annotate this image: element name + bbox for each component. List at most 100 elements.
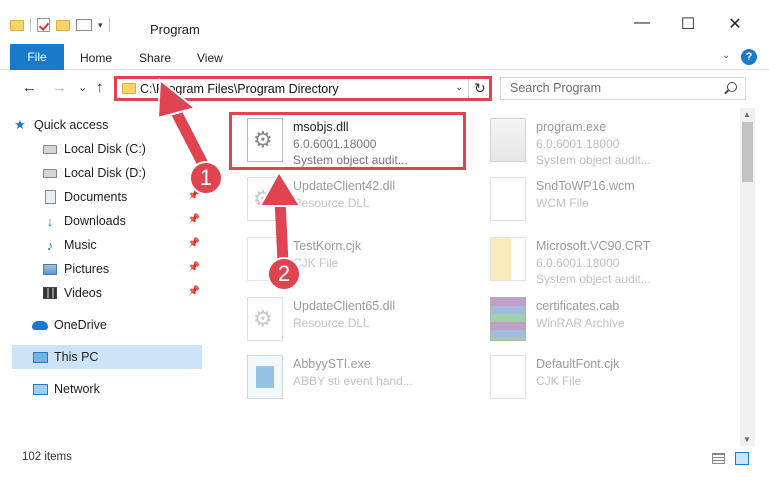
minimize-button[interactable]: —: [619, 14, 665, 32]
window-title: Program: [150, 22, 200, 37]
document-icon: [44, 190, 56, 204]
toolbar-customize-icon[interactable]: ▾: [98, 20, 103, 31]
dll-icon: [247, 118, 283, 162]
search-icon[interactable]: [727, 82, 737, 92]
expand-ribbon-icon[interactable]: ⌄: [722, 50, 730, 61]
music-icon: ♪: [46, 237, 54, 253]
scrollbar-thumb[interactable]: [742, 122, 753, 182]
quick-access-toolbar: ▾: [10, 18, 110, 32]
help-icon[interactable]: ?: [741, 49, 757, 65]
network-icon: [32, 383, 48, 395]
sidebar-item-quick-access[interactable]: ★ Quick access: [12, 113, 202, 137]
file-item-updateclient65-dll[interactable]: UpdateClient65.dll Resource DLL: [229, 291, 469, 349]
view-properties-icon[interactable]: [76, 19, 92, 31]
ribbon-tabs: File Home Share View ⌄ ?: [0, 44, 769, 70]
dll-icon: [247, 297, 283, 341]
navigation-bar: ← → ⌄ ↑ C:\Program Files\Program Directo…: [0, 71, 769, 105]
sidebar-item-music[interactable]: ♪ Music 📌: [42, 233, 202, 257]
folder-icon: [122, 83, 136, 94]
toolbar-separator: [108, 18, 110, 32]
maximize-button[interactable]: ☐: [665, 14, 711, 34]
file-name: SndToWP16.wcm: [536, 179, 635, 193]
sidebar-item-label: This PC: [54, 350, 99, 364]
file-name: msobjs.dll: [293, 120, 349, 134]
file-type: Resource DLL: [293, 316, 370, 330]
sidebar-item-this-pc[interactable]: This PC: [12, 345, 202, 369]
file-type: Resource DLL: [293, 196, 370, 210]
cloud-icon: [32, 320, 48, 330]
properties-check-icon[interactable]: [37, 18, 50, 32]
pin-icon[interactable]: 📌: [188, 286, 200, 297]
address-bar[interactable]: C:\Program Files\Program Directory ⌄ ↻: [114, 76, 492, 101]
sidebar-item-label: OneDrive: [54, 318, 107, 332]
address-dropdown-icon[interactable]: ⌄: [455, 82, 463, 93]
file-type: WinRAR Archive: [536, 316, 625, 330]
sidebar-item-network[interactable]: Network: [12, 377, 202, 401]
file-item-updateclient42-dll[interactable]: UpdateClient42.dll Resource DLL: [229, 171, 469, 229]
address-path[interactable]: C:\Program Files\Program Directory: [140, 82, 339, 96]
file-item-msobjs-dll[interactable]: msobjs.dll 6.0.6001.18000 System object …: [229, 112, 466, 170]
step-badge-2: 2: [267, 257, 301, 291]
file-item-certificates-cab[interactable]: certificates.cab WinRAR Archive: [472, 291, 712, 349]
sidebar-item-label: Pictures: [64, 262, 110, 276]
back-button[interactable]: ←: [22, 79, 37, 96]
forward-button[interactable]: →: [52, 79, 67, 96]
pin-icon[interactable]: 📌: [188, 214, 200, 225]
file-icon: [490, 177, 526, 221]
close-button[interactable]: ✕: [712, 14, 758, 34]
sidebar-item-onedrive[interactable]: OneDrive: [12, 313, 202, 337]
sidebar-item-pictures[interactable]: Pictures 📌: [42, 257, 202, 281]
file-description: System object audit...: [536, 272, 651, 286]
sidebar-item-documents[interactable]: Documents 📌: [42, 185, 202, 209]
scroll-up-icon[interactable]: ▲: [743, 110, 751, 119]
disk-icon: [43, 168, 57, 178]
pin-icon[interactable]: 📌: [188, 238, 200, 249]
search-input[interactable]: [510, 81, 720, 95]
file-item-defaultfont-cjk[interactable]: DefaultFont.cjk CJK File: [472, 349, 712, 407]
videos-icon: [43, 287, 57, 299]
tab-share[interactable]: Share: [139, 51, 171, 65]
sidebar-item-label: Music: [64, 238, 97, 252]
file-name: program.exe: [536, 120, 607, 134]
file-version: 6.0.6001.18000: [293, 137, 377, 151]
sidebar-item-downloads[interactable]: ↓ Downloads 📌: [42, 209, 202, 233]
sidebar-item-label: Quick access: [34, 118, 109, 132]
sidebar-item-local-disk-d[interactable]: Local Disk (D:): [42, 161, 202, 185]
file-version: 6.0.6001.18000: [536, 137, 620, 151]
file-name: AbbyySTI.exe: [293, 357, 371, 371]
sidebar-item-local-disk-c[interactable]: Local Disk (C:): [42, 137, 202, 161]
file-name: TestKorn.cjk: [293, 239, 362, 253]
file-item-microsoft-vc90-crt[interactable]: Microsoft.VC90.CRT 6.0.6001.18000 System…: [472, 231, 712, 289]
file-name: UpdateClient65.dll: [293, 299, 396, 313]
folder-icon[interactable]: [10, 19, 24, 31]
large-icons-view-icon[interactable]: [735, 452, 749, 465]
search-box[interactable]: [500, 77, 746, 100]
tab-view[interactable]: View: [197, 51, 223, 65]
recent-locations-button[interactable]: ⌄: [78, 81, 87, 94]
scroll-down-icon[interactable]: ▼: [743, 435, 751, 444]
sidebar-item-videos[interactable]: Videos 📌: [42, 281, 202, 305]
file-item-sndtowp16-wcm[interactable]: SndToWP16.wcm WCM File: [472, 171, 712, 229]
file-item-abbyysti-exe[interactable]: AbbyySTI.exe ABBY sti event hand...: [229, 349, 469, 407]
tab-file[interactable]: File: [10, 44, 64, 70]
vertical-scrollbar[interactable]: ▲ ▼: [740, 108, 755, 446]
address-separator: [468, 79, 469, 98]
file-description: System object audit...: [293, 153, 408, 167]
details-view-icon[interactable]: [712, 453, 725, 464]
refresh-icon[interactable]: ↻: [474, 80, 486, 97]
tab-home[interactable]: Home: [80, 51, 112, 65]
pin-icon[interactable]: 📌: [188, 262, 200, 273]
file-description: ABBY sti event hand...: [293, 374, 413, 388]
file-item-program-exe[interactable]: program.exe 6.0.6001.18000 System object…: [472, 112, 712, 170]
sidebar-item-label: Documents: [64, 190, 128, 204]
new-folder-icon[interactable]: [56, 19, 70, 31]
exe-icon: [247, 355, 283, 399]
pictures-icon: [43, 263, 57, 275]
star-icon: ★: [14, 117, 26, 132]
file-description: System object audit...: [536, 153, 651, 167]
file-item-testkorn-cjk[interactable]: TestKorn.cjk CJK File: [229, 231, 469, 289]
file-type: CJK File: [536, 374, 582, 388]
navigation-pane: ★ Quick access Local Disk (C:) Local Dis…: [0, 110, 210, 445]
file-name: UpdateClient42.dll: [293, 179, 396, 193]
up-button[interactable]: ↑: [96, 79, 104, 96]
